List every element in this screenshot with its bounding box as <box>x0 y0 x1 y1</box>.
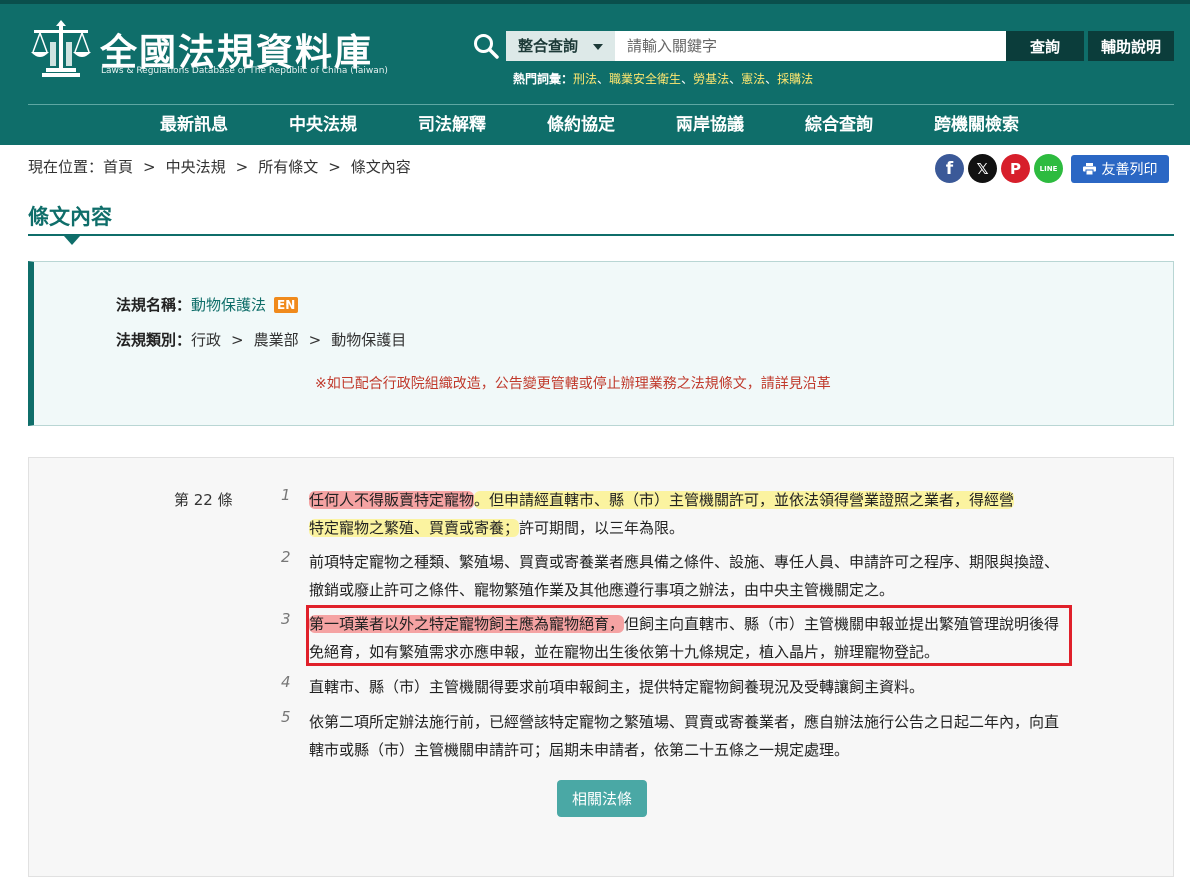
paragraph-number: 5 <box>281 708 291 726</box>
site-header: 全國法規資料庫 Laws & Regulations Database of T… <box>0 0 1190 145</box>
category-item: 動物保護目 <box>331 331 407 349</box>
breadcrumb-central[interactable]: 中央法規 <box>166 158 226 176</box>
law-name-row: 法規名稱：動物保護法 EN <box>116 294 299 315</box>
paragraph-text: 依第二項所定辦法施行前，已經營該特定寵物之繁殖場、買賣或寄養業者，應自辦法施行公… <box>309 713 1060 759</box>
annotation-red-frame <box>306 605 1072 666</box>
line-icon[interactable]: LINE <box>1034 154 1063 183</box>
search-input[interactable] <box>615 31 1006 61</box>
related-articles-button[interactable]: 相關法條 <box>557 780 647 817</box>
law-category-row: 法規類別：行政 > 農業部 > 動物保護目 <box>116 331 407 349</box>
law-name-key: 法規名稱： <box>116 296 192 314</box>
help-button[interactable]: 輔助說明 <box>1088 31 1174 61</box>
highlight-yellow: 特定寵物之繁殖、買賣或寄養； <box>309 519 520 537</box>
search-icon <box>474 34 499 59</box>
nav-item-news[interactable]: 最新訊息 <box>160 106 228 145</box>
breadcrumb-all-articles[interactable]: 所有條文 <box>258 158 318 176</box>
nav-item-cross-strait[interactable]: 兩岸協議 <box>676 106 744 145</box>
hot-words-label: 熱門詞彙： <box>513 72 574 86</box>
paragraph-text: 前項特定寵物之種類、繁殖場、買賣或寄養業者應具備之條件、設施、專任人員、申請許可… <box>309 553 1060 599</box>
paragraph-text: 直轄市、縣（市）主管機關得要求前項申報飼主，提供特定寵物飼養現況及受轉讓飼主資料… <box>309 678 925 696</box>
article-number: 第 22 條 <box>174 491 233 509</box>
hot-word-link[interactable]: 職業安全衛生 <box>609 72 681 86</box>
category-item: 行政 <box>191 331 222 349</box>
nav-item-central-regulations[interactable]: 中央法規 <box>289 106 357 145</box>
article-box: 第 22 條 1 任何人不得販賣特定寵物。但申請經直轄市、縣（市）主管機關許可，… <box>28 457 1174 877</box>
english-version-badge[interactable]: EN <box>274 297 299 313</box>
header-topline <box>0 0 1190 4</box>
reorganization-notice: ※如已配合行政院組織改造，公告變更管轄或停止辦理業務之法規條文，請詳見沿革 <box>315 376 831 392</box>
hot-word-link[interactable]: 刑法 <box>573 72 597 86</box>
highlight-red: 任何人不得販賣特定寵物 <box>309 491 475 509</box>
paragraph-text: 任何人不得販賣特定寵物。但申請經直轄市、縣（市）主管機關許可，並依法領得營業證照… <box>309 486 1069 542</box>
law-name-link[interactable]: 動物保護法 <box>191 296 266 314</box>
nav-item-integrated-search[interactable]: 綜合查詢 <box>805 106 873 145</box>
nav-item-treaties[interactable]: 條約協定 <box>547 106 615 145</box>
main-nav: 最新訊息 中央法規 司法解釋 條約協定 兩岸協議 綜合查詢 跨機關檢索 <box>160 106 1080 145</box>
title-arrow-icon <box>64 236 80 245</box>
highlight-yellow: 。但申請經直轄市、縣（市）主管機關許可，並依法領得營業證照之業者，得經營 <box>474 491 1015 509</box>
site-subtitle: Laws & Regulations Database of The Repub… <box>101 66 388 76</box>
search-scope-label: 整合查詢 <box>518 37 579 55</box>
site-logo[interactable]: 全國法規資料庫 Laws & Regulations Database of T… <box>28 20 408 80</box>
scales-of-justice-icon <box>31 20 91 77</box>
title-rule <box>28 234 1174 236</box>
paragraph-number: 2 <box>281 548 291 566</box>
paragraph-number: 1 <box>281 486 291 504</box>
printer-icon <box>1082 163 1096 175</box>
print-label: 友善列印 <box>1101 162 1158 178</box>
facebook-icon[interactable]: f <box>935 154 964 183</box>
paragraph-number: 3 <box>281 610 291 628</box>
x-icon[interactable]: 𝕏 <box>968 154 997 183</box>
print-button[interactable]: 友善列印 <box>1071 155 1169 183</box>
hot-word-link[interactable]: 勞基法 <box>693 72 729 86</box>
paragraph-rest: 許可期間，以三年為限。 <box>519 519 685 537</box>
breadcrumb: 現在位置：首頁 > 中央法規 > 所有條文 > 條文內容 <box>28 158 411 176</box>
breadcrumb-home[interactable]: 首頁 <box>103 158 133 176</box>
page-title: 條文內容 <box>28 205 112 229</box>
header-divider <box>28 104 1174 105</box>
query-button[interactable]: 查詢 <box>1006 31 1084 61</box>
nav-item-cross-agency[interactable]: 跨機關檢索 <box>934 106 1019 145</box>
law-info-box: 法規名稱：動物保護法 EN 法規類別：行政 > 農業部 > 動物保護目 ※如已配合行政院組… <box>28 261 1174 426</box>
chevron-down-icon <box>593 44 603 50</box>
law-category-key: 法規類別： <box>116 331 192 349</box>
paragraph-number: 4 <box>281 673 291 691</box>
breadcrumb-prefix: 現在位置： <box>28 158 104 176</box>
plurk-icon[interactable]: P <box>1001 154 1030 183</box>
category-item: 農業部 <box>253 331 299 349</box>
share-bar: f 𝕏 P LINE <box>935 154 1067 183</box>
search-scope-select[interactable]: 整合查詢 <box>506 31 615 61</box>
hot-word-link[interactable]: 採購法 <box>777 72 813 86</box>
breadcrumb-current: 條文內容 <box>350 158 411 176</box>
nav-item-judicial-interpretations[interactable]: 司法解釋 <box>418 106 486 145</box>
hot-word-link[interactable]: 憲法 <box>741 72 765 86</box>
hot-words: 熱門詞彙：刑法、職業安全衛生、勞基法、憲法、採購法 <box>513 72 814 86</box>
